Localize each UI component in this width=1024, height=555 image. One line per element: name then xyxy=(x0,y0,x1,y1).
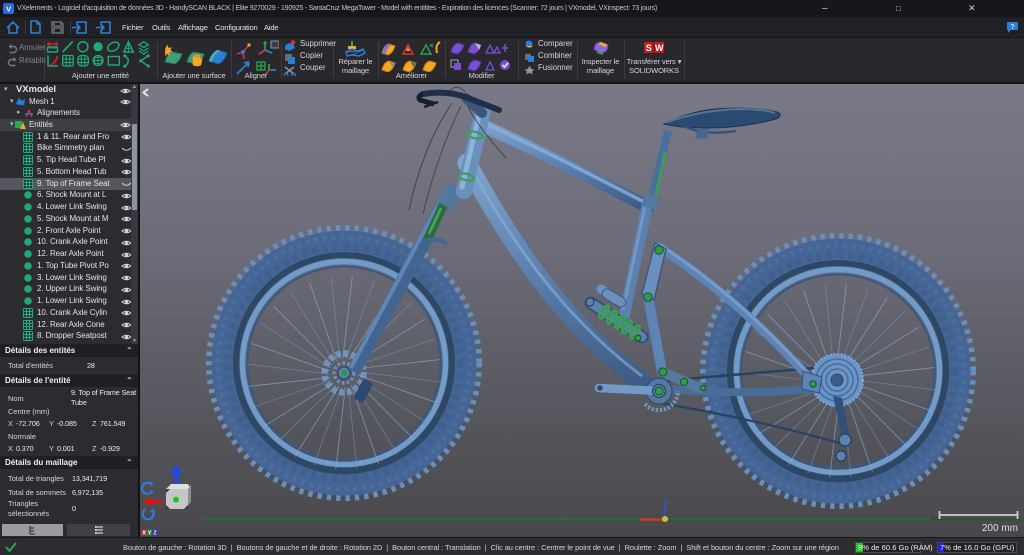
svg-text:?: ? xyxy=(1011,24,1015,31)
svg-text:Y: Y xyxy=(148,531,152,537)
svg-text:200 mm: 200 mm xyxy=(982,523,1018,534)
svg-text:S: S xyxy=(646,43,652,53)
svg-text:W: W xyxy=(655,43,664,53)
svg-text:X: X xyxy=(142,531,146,537)
svg-text:V: V xyxy=(6,5,11,14)
